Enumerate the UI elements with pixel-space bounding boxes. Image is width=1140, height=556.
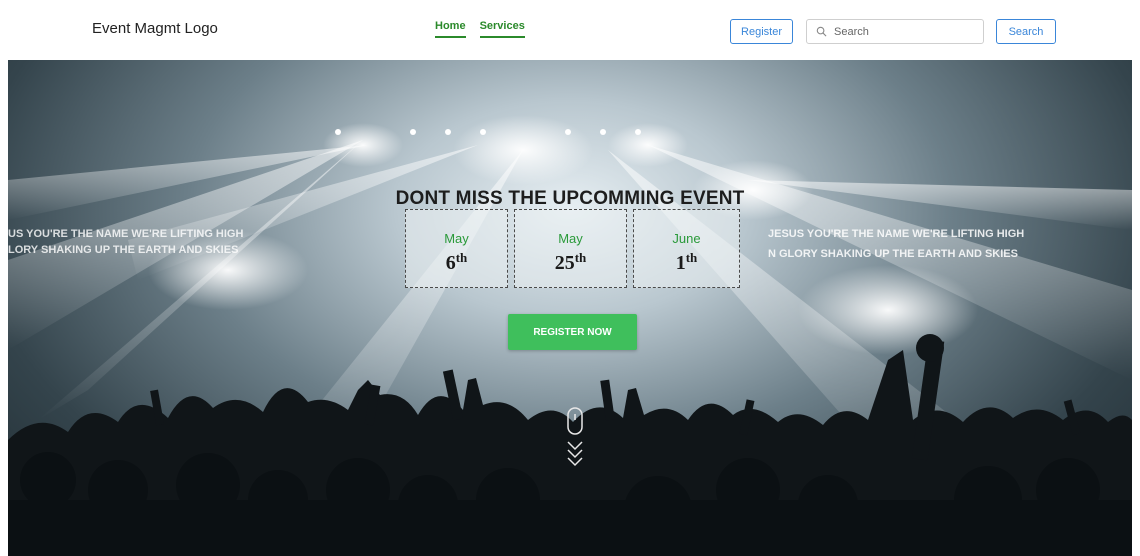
nav-link-services[interactable]: Services [479, 20, 525, 38]
search-button[interactable]: Search [996, 19, 1056, 44]
register-now-button[interactable]: REGISTER NOW [508, 314, 637, 350]
hero-title: DONT MISS THE UPCOMMING EVENT [395, 187, 745, 209]
date-month: May [444, 231, 469, 246]
navbar: Event Magmt Logo Home Services Register … [0, 0, 1140, 60]
hero-section: US YOU'RE THE NAME WE'RE LIFTING HIGH LO… [8, 60, 1132, 556]
search-box[interactable] [806, 19, 984, 44]
date-day: 25th [554, 250, 587, 274]
date-day: 6th [445, 250, 468, 274]
concert-background-image: US YOU'RE THE NAME WE'RE LIFTING HIGH LO… [8, 115, 1132, 556]
date-card: June 1th [633, 209, 740, 288]
logo[interactable]: Event Magmt Logo [92, 20, 218, 37]
scroll-down-icon[interactable] [563, 406, 587, 480]
banner-text-right-1: JESUS YOU'RE THE NAME WE'RE LIFTING HIGH [768, 228, 1024, 240]
search-input[interactable] [832, 24, 977, 39]
search-icon [816, 26, 827, 37]
banner-text-right-2: N GLORY SHAKING UP THE EARTH AND SKIES [768, 248, 1018, 260]
banner-text-left-2: LORY SHAKING UP THE EARTH AND SKIES [8, 244, 238, 256]
date-day: 1th [675, 250, 698, 274]
date-card: May 6th [405, 209, 508, 288]
nav-link-home[interactable]: Home [435, 20, 466, 38]
event-dates: May 6th May 25th June 1th [405, 209, 740, 288]
date-month: June [672, 231, 701, 246]
date-card: May 25th [514, 209, 627, 288]
date-month: May [558, 231, 583, 246]
main-nav: Home Services [435, 20, 525, 38]
banner-text-left-1: US YOU'RE THE NAME WE'RE LIFTING HIGH [8, 228, 243, 240]
register-button[interactable]: Register [730, 19, 793, 44]
